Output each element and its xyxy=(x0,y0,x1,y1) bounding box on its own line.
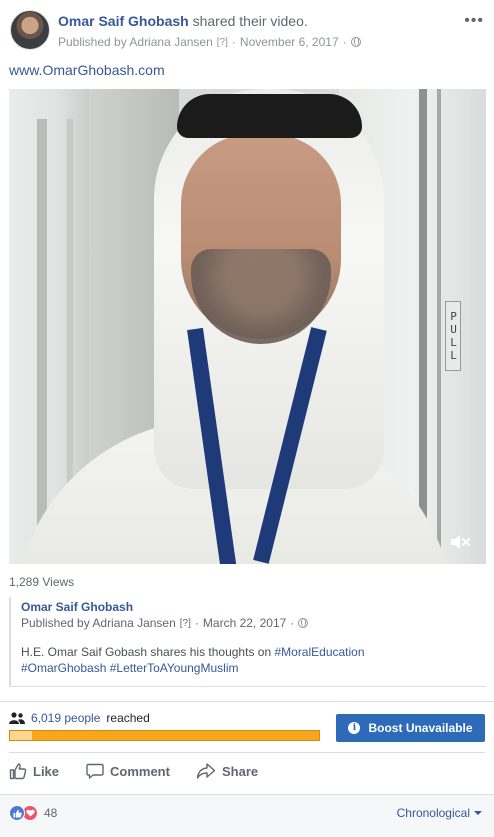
shared-post: Omar Saif Ghobash Published by Adriana J… xyxy=(9,597,486,687)
post-meta: Published by Adriana Jansen [?] · Novemb… xyxy=(58,35,361,49)
meta-separator: · xyxy=(342,35,347,49)
hashtag-link[interactable]: #OmarGhobash xyxy=(21,661,106,675)
shared-author-link[interactable]: Omar Saif Ghobash xyxy=(21,600,133,614)
boost-button-label: Boost Unavailable xyxy=(368,721,473,735)
like-reaction-icon xyxy=(9,805,25,821)
sort-label: Chronological xyxy=(396,806,470,820)
published-by-text[interactable]: Published by Adriana Jansen xyxy=(21,616,176,630)
help-hint[interactable]: [?] xyxy=(180,618,191,629)
mute-icon[interactable] xyxy=(450,534,472,550)
comment-button[interactable]: Comment xyxy=(86,756,170,786)
post-card: Omar Saif Ghobash shared their video. Pu… xyxy=(0,0,494,837)
reactions-summary[interactable]: 48 xyxy=(9,805,57,821)
divider xyxy=(0,701,494,702)
like-button[interactable]: Like xyxy=(9,756,59,786)
video-player[interactable]: PULL xyxy=(9,89,486,564)
comment-sort-dropdown[interactable]: Chronological xyxy=(397,806,482,820)
action-bar: Like Comment Share xyxy=(0,756,494,786)
post-footer: 48 Chronological xyxy=(0,794,494,837)
post-link[interactable]: www.OmarGhobash.com xyxy=(9,62,165,78)
post-header: Omar Saif Ghobash shared their video. xyxy=(58,13,308,29)
hashtag-link[interactable]: #LetterToAYoungMuslim xyxy=(110,661,239,675)
thumbs-up-icon xyxy=(9,763,27,780)
reach-count-link[interactable]: 6,019 people xyxy=(31,711,100,725)
divider xyxy=(9,752,485,753)
shared-post-meta: Published by Adriana Jansen [?] · March … xyxy=(21,616,309,630)
meta-separator: · xyxy=(194,616,199,630)
help-hint[interactable]: [?] xyxy=(217,37,228,48)
chevron-down-icon xyxy=(474,811,482,815)
people-icon xyxy=(9,712,25,724)
video-background xyxy=(437,89,441,564)
globe-icon xyxy=(298,618,309,628)
shared-post-text: H.E. Omar Saif Gobash shares his thought… xyxy=(21,644,471,676)
share-label: Share xyxy=(222,763,259,779)
author-name-link[interactable]: Omar Saif Ghobash xyxy=(58,13,189,29)
reach-progress-bar xyxy=(9,730,320,741)
globe-icon xyxy=(350,37,361,47)
comment-icon xyxy=(86,763,104,779)
video-background xyxy=(419,89,427,564)
share-button[interactable]: Share xyxy=(196,756,258,786)
post-action-text: shared their video. xyxy=(192,13,308,29)
reaction-count[interactable]: 48 xyxy=(44,806,57,820)
video-background xyxy=(37,119,47,564)
comment-label: Comment xyxy=(110,763,170,779)
info-icon: i xyxy=(348,722,361,734)
meta-separator: · xyxy=(231,35,236,49)
person-agal xyxy=(177,94,362,138)
meta-separator: · xyxy=(290,616,295,630)
published-by-text[interactable]: Published by Adriana Jansen xyxy=(58,35,213,49)
shared-post-date[interactable]: March 22, 2017 xyxy=(203,616,286,630)
pull-sign: PULL xyxy=(445,301,461,371)
boost-button[interactable]: i Boost Unavailable xyxy=(336,714,485,742)
shared-post-body: H.E. Omar Saif Gobash shares his thought… xyxy=(21,645,272,659)
like-label: Like xyxy=(33,763,60,779)
author-avatar[interactable] xyxy=(10,10,50,50)
post-date[interactable]: November 6, 2017 xyxy=(240,35,339,49)
share-arrow-icon xyxy=(196,763,216,779)
view-count: 1,289 Views xyxy=(9,575,75,589)
reach-label: reached xyxy=(106,711,150,725)
reach-progress-fill xyxy=(10,731,32,740)
more-options-icon[interactable]: ••• xyxy=(464,12,484,30)
hashtag-link[interactable]: #MoralEducation xyxy=(274,645,364,659)
reach-summary: 6,019 people reached xyxy=(9,711,150,725)
